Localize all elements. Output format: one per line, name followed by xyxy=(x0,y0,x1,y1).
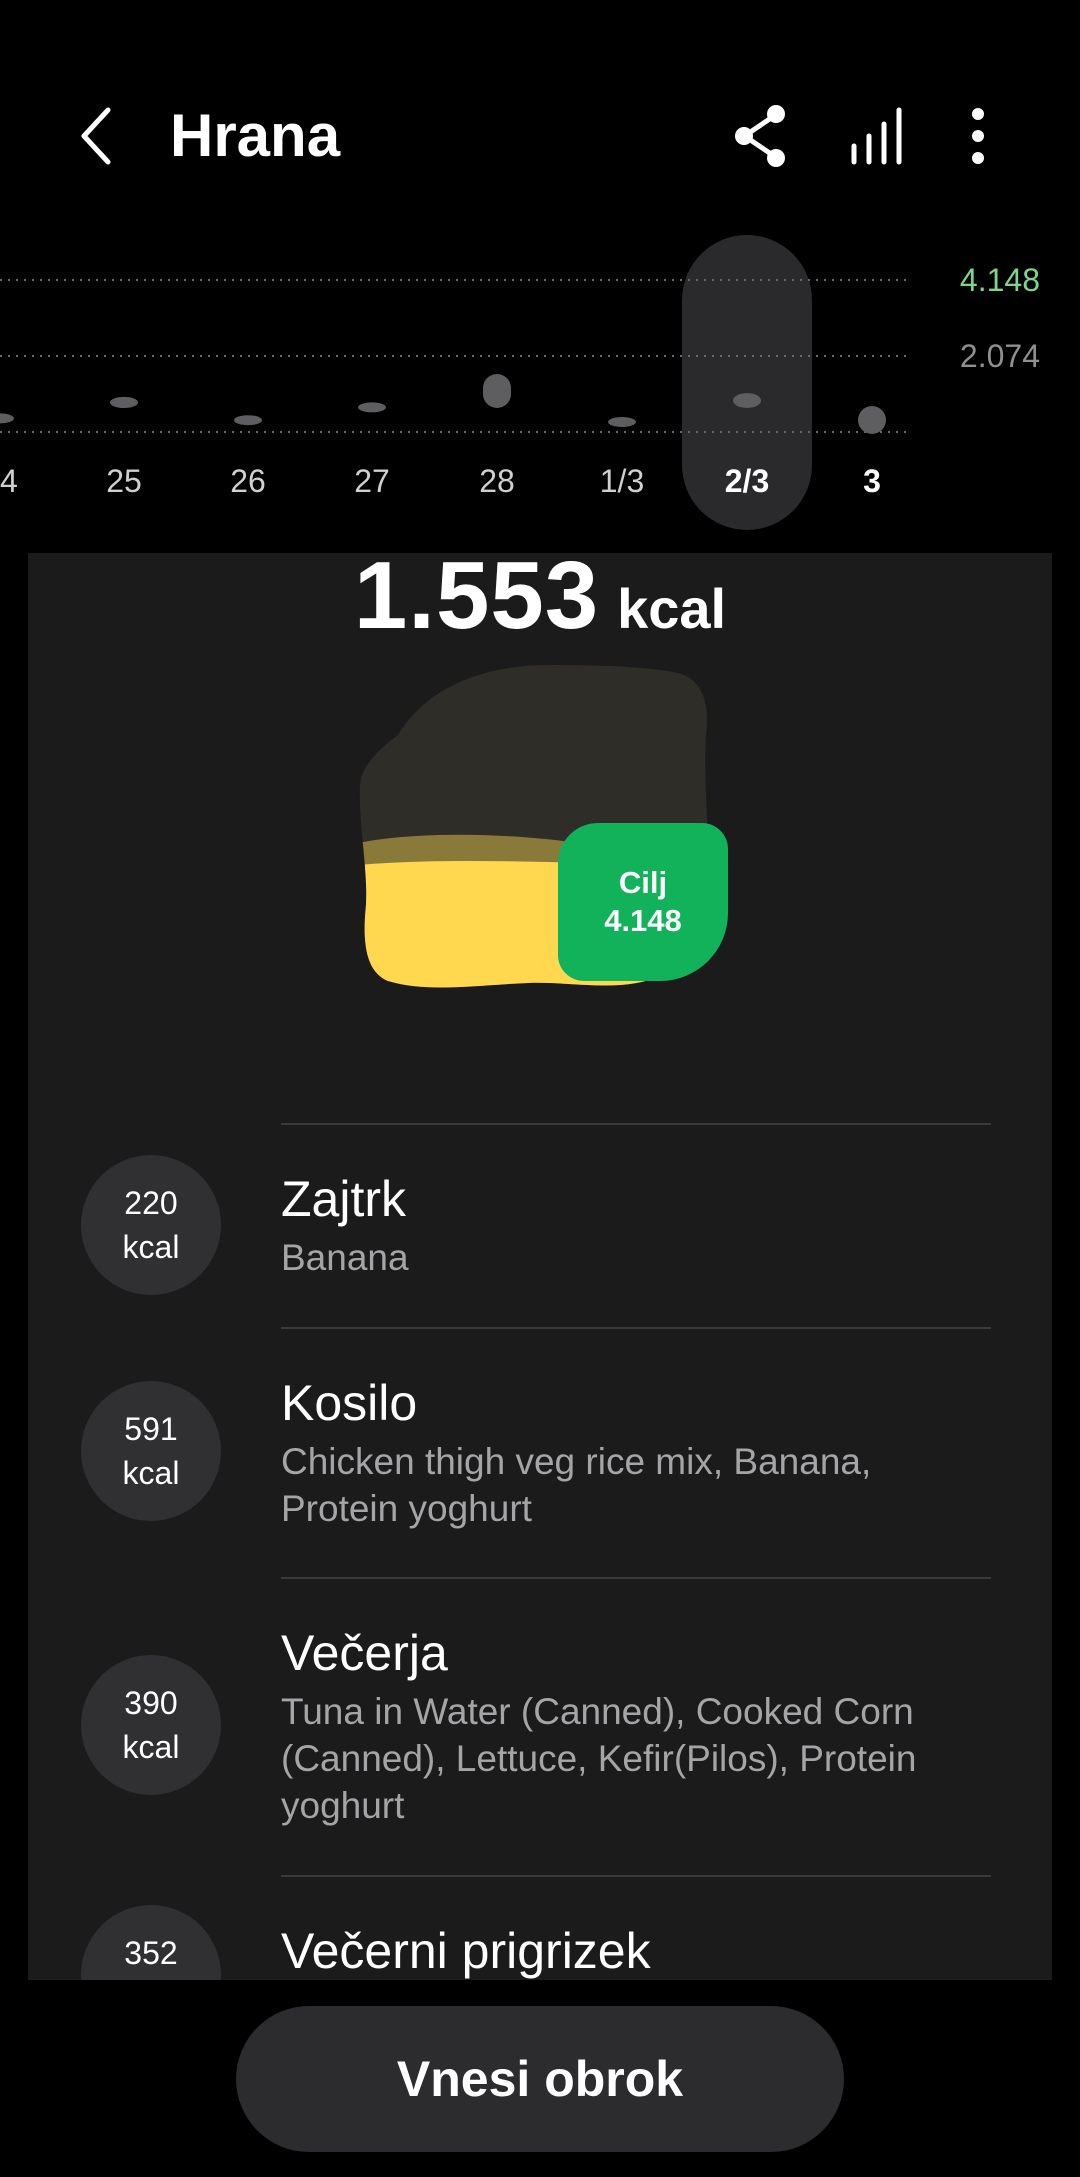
meal-calories-value: 591 xyxy=(124,1411,178,1447)
total-calories: 1.553 kcal xyxy=(28,553,1052,651)
food-screen: Hrana 4.148 2.074 4 25 26 27 28 1/3 2/3 … xyxy=(0,0,1080,2177)
meal-calories-badge: 390 kcal xyxy=(81,1655,221,1795)
share-icon xyxy=(735,105,785,167)
calorie-chart[interactable]: 4.148 2.074 24 25 26 27 28 1/3 2/3 3 xyxy=(0,230,1080,540)
meal-calories-unit: kcal xyxy=(122,1455,180,1491)
chart-tick-label: 1/3 xyxy=(600,463,644,499)
meal-calories-unit: kcal xyxy=(122,1729,180,1765)
meal-name: Kosilo xyxy=(281,1375,418,1431)
meal-item-lunch[interactable]: 591 kcal Kosilo Chicken thigh veg rice m… xyxy=(81,1327,991,1577)
chart-tick-label: 2/3 xyxy=(725,463,769,499)
chart-tick-label: 27 xyxy=(354,463,390,499)
meal-calories-value: 390 xyxy=(124,1685,178,1721)
chevron-left-icon xyxy=(81,107,111,165)
chart-bar xyxy=(483,374,511,408)
chart-tick-label: 24 xyxy=(0,463,18,499)
chart-bar xyxy=(358,402,386,413)
meal-calories-badge: 591 kcal xyxy=(81,1381,221,1521)
meal-calories-unit: kcal xyxy=(122,1229,180,1265)
meal-calories-badge: 352 kcal xyxy=(81,1905,221,1980)
goal-value: 4.148 xyxy=(604,903,682,938)
day-summary-card: 1.553 kcal Cilj 4.148 220 kcal Zajtrk Ba… xyxy=(28,553,1052,1980)
meal-calories-badge: 220 kcal xyxy=(81,1155,221,1295)
more-vertical-icon xyxy=(972,108,984,164)
page-title: Hrana xyxy=(170,102,341,169)
meal-items: Banana xyxy=(281,1237,409,1278)
meal-list: 220 kcal Zajtrk Banana 591 kcal Kosilo C… xyxy=(28,1123,1052,1980)
meal-item-evening-snack[interactable]: 352 kcal Večerni prigrizek xyxy=(81,1875,991,1980)
chart-tick-label: 3 xyxy=(863,463,881,499)
total-calories-unit: kcal xyxy=(617,577,727,640)
back-button[interactable] xyxy=(70,100,130,172)
meal-calories-value: 220 xyxy=(124,1185,178,1221)
meal-calories-unit: kcal xyxy=(123,1975,180,1980)
chart-tick-label: 28 xyxy=(479,463,515,499)
chart-svg: 4.148 2.074 24 25 26 27 28 1/3 2/3 3 xyxy=(0,235,1040,530)
share-button[interactable] xyxy=(724,100,796,172)
meal-items: Tuna in Water (Canned), Cooked Corn (Can… xyxy=(281,1691,917,1826)
total-calories-value: 1.553 xyxy=(353,553,600,649)
goal-label: Cilj xyxy=(618,865,668,900)
chart-bar xyxy=(608,417,636,428)
meal-item-breakfast[interactable]: 220 kcal Zajtrk Banana xyxy=(81,1123,991,1327)
signal-bars-icon xyxy=(851,107,902,165)
chart-bar xyxy=(733,393,761,408)
chart-bar xyxy=(858,406,886,434)
meal-items: Chicken thigh veg rice mix, Banana, Prot… xyxy=(281,1441,872,1529)
chart-bar xyxy=(110,396,138,408)
reference-label: 2.074 xyxy=(960,338,1040,374)
add-meal-button[interactable]: Vnesi obrok xyxy=(236,2006,844,2152)
meal-name: Večerja xyxy=(281,1625,448,1681)
goal-badge: Cilj 4.148 xyxy=(558,823,728,981)
meal-name: Večerni prigrizek xyxy=(281,1923,651,1979)
chart-tick-label: 26 xyxy=(230,463,266,499)
meal-calories-value: 352 xyxy=(124,1935,178,1971)
chart-bar xyxy=(0,413,14,424)
chart-tick-label: 25 xyxy=(106,463,142,499)
more-options-button[interactable] xyxy=(942,100,1014,172)
meal-item-dinner[interactable]: 390 kcal Večerja Tuna in Water (Canned),… xyxy=(81,1577,991,1875)
stats-button[interactable] xyxy=(840,100,912,172)
meal-name: Zajtrk xyxy=(281,1171,406,1227)
chart-bar xyxy=(234,415,262,426)
reference-label: 4.148 xyxy=(960,262,1040,298)
